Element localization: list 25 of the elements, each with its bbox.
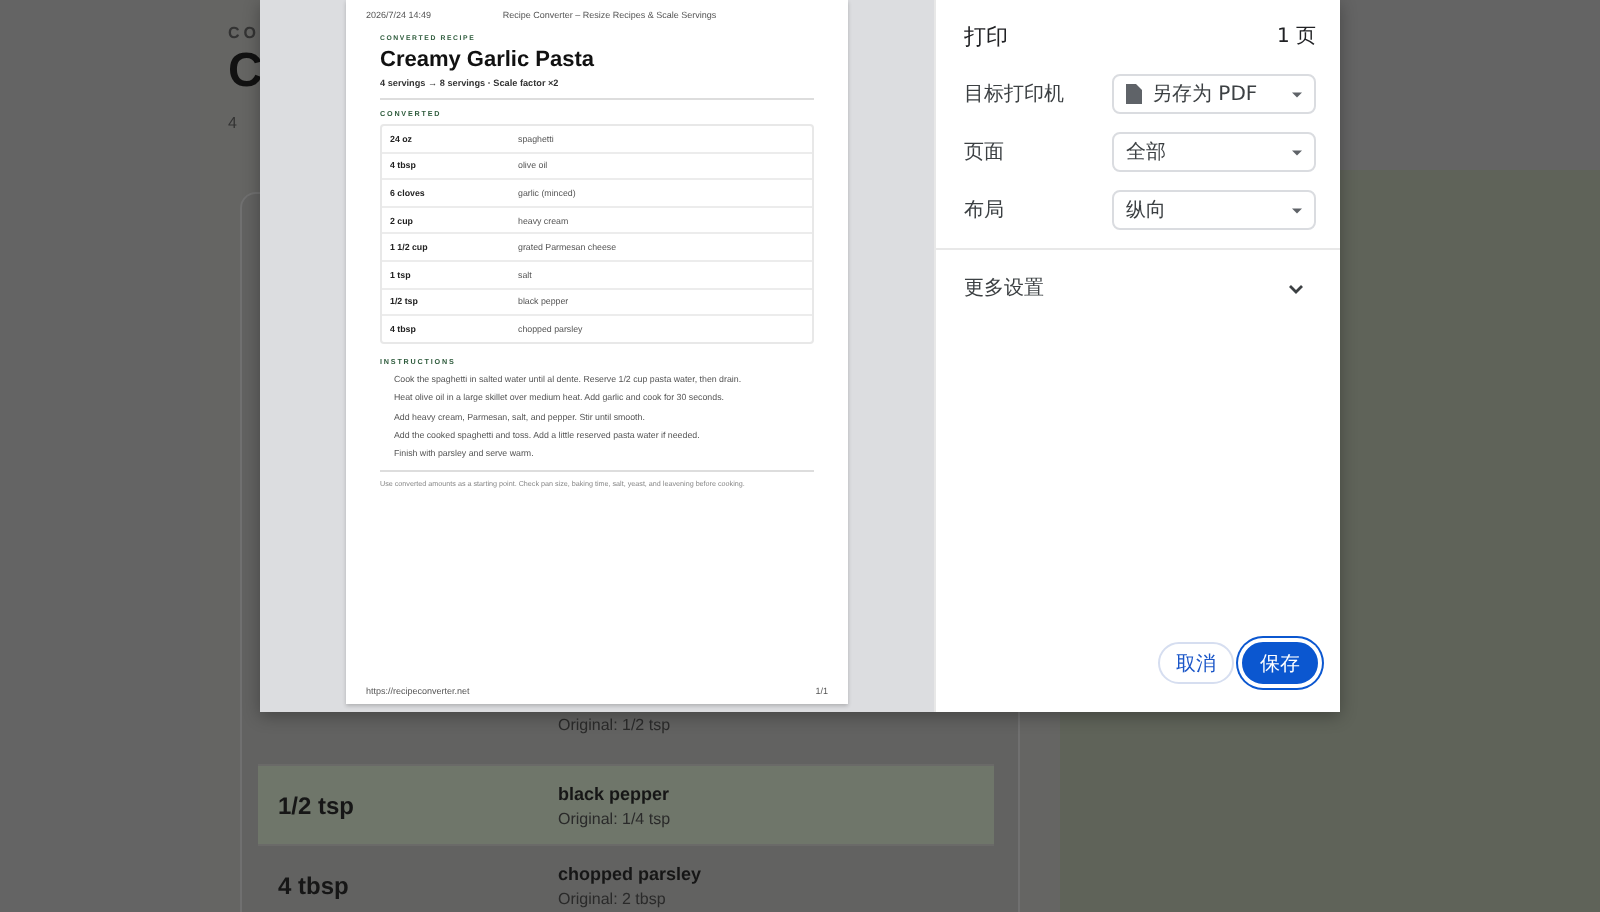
original-amount: Original: 1/4 tsp	[558, 809, 671, 827]
caret-icon	[1292, 91, 1302, 97]
caret-icon	[1292, 207, 1302, 213]
dropdown[interactable]: 全部	[1112, 132, 1316, 172]
field-label: 布局	[964, 198, 1004, 224]
document-icon	[1126, 84, 1142, 104]
caret-icon	[1292, 149, 1302, 155]
chevron-icon	[1288, 283, 1304, 293]
field-label: 页面	[964, 140, 1004, 166]
original-amount: Original: 2 tbsp	[558, 889, 668, 907]
dialog-title: 打印	[964, 21, 1008, 51]
ingredient-row[interactable]: 1/2 tsp black pepper Original: 1/4 tsp	[258, 766, 994, 846]
ingredient-name: black pepper	[558, 783, 671, 803]
page-title: C	[228, 42, 263, 102]
cancel-button[interactable]: 取消	[1158, 642, 1234, 684]
ingredient-name: chopped parsley	[558, 863, 702, 883]
ingredient-amount: 1/2 tsp	[278, 791, 355, 819]
recipe-title: Creamy Garlic Pasta	[380, 48, 597, 72]
dropdown[interactable]: 另存为 PDF	[1112, 74, 1316, 114]
field-label: 目标打印机	[964, 81, 1064, 108]
save-button[interactable]: 保存	[1242, 642, 1318, 684]
more-settings-toggle[interactable]: 更多设置	[936, 250, 1316, 302]
page-count: 1 页	[1276, 24, 1316, 50]
ingredient-amount: 4 tbsp	[278, 871, 349, 899]
dropdown[interactable]: 纵向	[1112, 190, 1316, 230]
